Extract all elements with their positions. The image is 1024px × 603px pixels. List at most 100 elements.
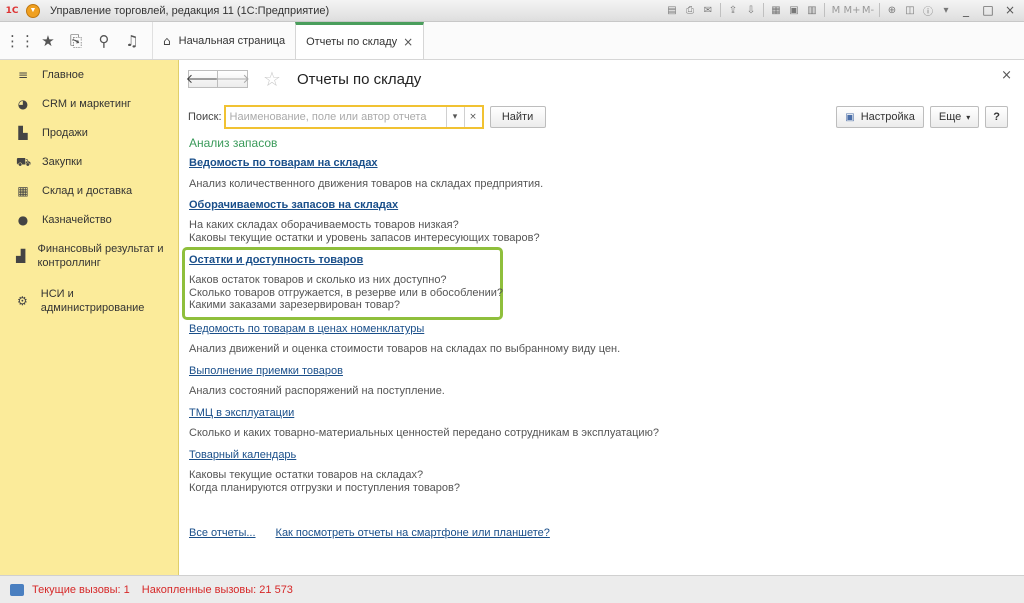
home-icon: ⌂ bbox=[163, 33, 171, 48]
report-item: Ведомость по товарам на складах Анализ к… bbox=[189, 156, 543, 191]
sidebar-item-purchases[interactable]: ⛟ Закупки bbox=[0, 155, 178, 184]
main-content: 🡐 🡒 ☆ Отчеты по складу × Поиск: ▾ × Найт… bbox=[180, 60, 1024, 575]
more-label: Еще bbox=[938, 111, 962, 123]
report-description: Сколько и каких товарно-материальных цен… bbox=[189, 427, 659, 439]
search-label: Поиск: bbox=[188, 111, 222, 123]
find-button[interactable]: Найти bbox=[489, 106, 546, 128]
search-clear-icon[interactable]: × bbox=[463, 107, 482, 127]
report-description: Каковы текущие остатки товаров на склада… bbox=[189, 469, 460, 494]
report-description: Анализ количественного движения товаров … bbox=[189, 178, 544, 190]
report-link[interactable]: ТМЦ в эксплуатации bbox=[189, 406, 659, 420]
minimize-button[interactable]: _ bbox=[956, 2, 976, 18]
sidebar-item-warehouse[interactable]: ▦ Склад и доставка bbox=[0, 184, 178, 213]
crm-icon: ◕ bbox=[17, 97, 29, 111]
zoom-icon[interactable]: ⊕ bbox=[884, 2, 900, 18]
status-bar: Текущие вызовы: 1 Накопленные вызовы: 21… bbox=[0, 575, 1024, 603]
report-link[interactable]: Выполнение приемки товаров bbox=[189, 364, 445, 378]
info-icon[interactable]: ⓘ bbox=[920, 2, 936, 18]
tab-bar: ⋮⋮ ★ ⎘ ⚲ ♫ ⌂ Начальная страница Отчеты п… bbox=[0, 22, 1024, 60]
memory-button[interactable]: M bbox=[829, 2, 843, 18]
report-description: На каких складах оборачиваемость товаров… bbox=[189, 219, 540, 244]
bell-icon[interactable]: ♫ bbox=[118, 22, 146, 59]
sidebar-item-label: Казначейство bbox=[42, 214, 112, 226]
chevron-down-icon: ▾ bbox=[966, 112, 971, 122]
memory-subtract-button[interactable]: M- bbox=[861, 2, 875, 18]
close-window-button[interactable]: × bbox=[1000, 2, 1020, 18]
title-toolbar: ▤ ⎙ ✉ ⇪ ⇩ ▦ ▣ ▥ M M+ M- ⊕ ◫ ⓘ ▾ _ □ × bbox=[664, 2, 1020, 18]
search-input[interactable] bbox=[225, 107, 446, 127]
report-item: Остатки и доступность товаров Каков оста… bbox=[189, 253, 503, 312]
report-link[interactable]: Товарный календарь bbox=[189, 448, 460, 462]
form-actions: ▣ Настройка Еще ▾ ? bbox=[836, 106, 1008, 128]
settings-button[interactable]: ▣ Настройка bbox=[836, 106, 924, 128]
window-split-icon[interactable]: ◫ bbox=[902, 2, 918, 18]
save-icon[interactable]: ▤ bbox=[664, 2, 680, 18]
forward-button[interactable]: 🡒 bbox=[215, 70, 250, 88]
spreadsheet-icon[interactable]: ▦ bbox=[768, 2, 784, 18]
page-title: Отчеты по складу bbox=[297, 71, 422, 88]
upload-icon[interactable]: ⇪ bbox=[725, 2, 741, 18]
sidebar-item-label: Закупки bbox=[42, 156, 83, 168]
coin-icon: ● bbox=[17, 213, 29, 227]
print-icon[interactable]: ⎙ bbox=[682, 2, 698, 18]
sidebar-item-treasury[interactable]: ● Казначейство bbox=[0, 213, 178, 242]
sidebar-item-crm[interactable]: ◕ CRM и маркетинг bbox=[0, 97, 178, 126]
mail-icon[interactable]: ✉ bbox=[700, 2, 716, 18]
report-item: Ведомость по товарам в ценах номенклатур… bbox=[189, 322, 620, 356]
sidebar-item-main[interactable]: ≡ Главное bbox=[0, 68, 178, 97]
toolbar-divider bbox=[824, 3, 825, 17]
report-description: Анализ состояний распоряжений на поступл… bbox=[189, 385, 445, 397]
sidebar-item-finance[interactable]: ▟ Финансовый результат и контроллинг bbox=[0, 242, 178, 287]
report-link[interactable]: Оборачиваемость запасов на складах bbox=[189, 198, 540, 212]
sidebar-item-admin[interactable]: ⚙ НСИ и администрирование bbox=[0, 287, 178, 332]
all-reports-link[interactable]: Все отчеты... bbox=[189, 527, 256, 539]
app-logo: 1С bbox=[5, 5, 19, 16]
memory-add-button[interactable]: M+ bbox=[844, 2, 861, 18]
report-description: Каков остаток товаров и сколько из них д… bbox=[189, 274, 503, 311]
search-dropdown-icon[interactable]: ▾ bbox=[445, 107, 464, 127]
report-link[interactable]: Остатки и доступность товаров bbox=[189, 253, 503, 267]
settings-label: Настройка bbox=[860, 111, 915, 123]
nav-buttons: 🡐 🡒 bbox=[186, 70, 250, 88]
sidebar-item-label: Финансовый результат и контроллинг bbox=[37, 243, 164, 269]
bag-icon: ▙ bbox=[18, 126, 28, 140]
close-form-icon[interactable]: × bbox=[1001, 68, 1012, 83]
maximize-button[interactable]: □ bbox=[978, 2, 998, 18]
report-item: Товарный календарь Каковы текущие остатк… bbox=[189, 448, 460, 494]
tab-home-label: Начальная страница bbox=[178, 34, 286, 47]
sidebar-item-label: Продажи bbox=[42, 127, 88, 139]
download-icon[interactable]: ⇩ bbox=[743, 2, 759, 18]
apps-grid-icon[interactable]: ⋮⋮ bbox=[5, 22, 35, 59]
close-tab-icon[interactable]: × bbox=[403, 35, 413, 49]
help-button[interactable]: ? bbox=[985, 106, 1008, 128]
sidebar-item-label: НСИ и администрирование bbox=[40, 288, 145, 314]
cart-icon: ⛟ bbox=[16, 155, 32, 169]
report-item: Выполнение приемки товаров Анализ состоя… bbox=[189, 364, 445, 398]
report-item: ТМЦ в эксплуатации Сколько и каких товар… bbox=[189, 406, 659, 440]
bottom-links: Все отчеты... Как посмотреть отчеты на с… bbox=[189, 527, 550, 539]
chevron-down-icon[interactable]: ▾ bbox=[938, 2, 954, 18]
toolbar-divider bbox=[763, 3, 764, 17]
report-description: Анализ движений и оценка стоимости товар… bbox=[189, 343, 621, 355]
search-box: ▾ × bbox=[223, 105, 484, 129]
tab-home[interactable]: ⌂ Начальная страница bbox=[152, 22, 295, 59]
favorite-star-icon[interactable]: ☆ bbox=[263, 67, 281, 91]
more-button[interactable]: Еще ▾ bbox=[929, 106, 980, 128]
main-menu-button[interactable]: ▼ bbox=[26, 3, 40, 18]
star-icon[interactable]: ★ bbox=[34, 22, 62, 59]
search-icon[interactable]: ⚲ bbox=[90, 22, 118, 59]
report-link[interactable]: Ведомость по товарам в ценах номенклатур… bbox=[189, 322, 620, 336]
calendar-icon[interactable]: ▣ bbox=[786, 2, 802, 18]
back-button[interactable]: 🡐 bbox=[186, 70, 220, 88]
sidebar-item-label: CRM и маркетинг bbox=[42, 98, 132, 110]
history-icon[interactable]: ⎘ bbox=[62, 22, 90, 59]
sidebar-item-label: Склад и доставка bbox=[42, 185, 133, 197]
sidebar-item-sales[interactable]: ▙ Продажи bbox=[0, 126, 178, 155]
menu-icon: ≡ bbox=[17, 68, 29, 82]
sidebar: ≡ Главное ◕ CRM и маркетинг ▙ Продажи ⛟ … bbox=[0, 60, 179, 575]
calculator-icon[interactable]: ▥ bbox=[804, 2, 820, 18]
calls-icon[interactable] bbox=[10, 583, 24, 596]
report-link[interactable]: Ведомость по товарам на складах bbox=[189, 156, 543, 170]
mobile-reports-link[interactable]: Как посмотреть отчеты на смартфоне или п… bbox=[276, 527, 550, 539]
tab-warehouse-reports[interactable]: Отчеты по складу × bbox=[295, 22, 425, 59]
